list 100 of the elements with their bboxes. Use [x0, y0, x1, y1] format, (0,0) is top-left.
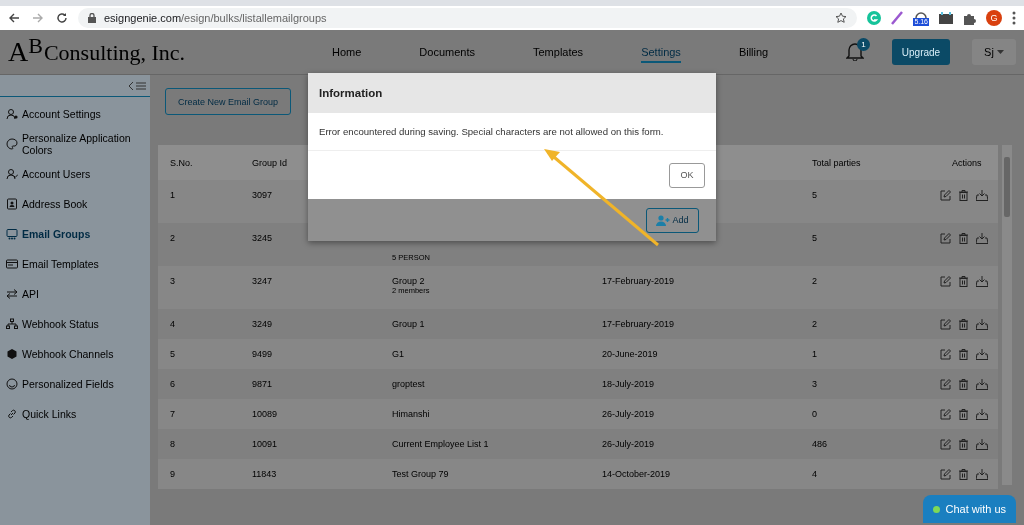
caret-icon — [996, 50, 1004, 54]
table-cell-text: 5 — [811, 233, 818, 243]
dialog-title: Information — [319, 87, 383, 99]
group-name: Group 1 — [392, 319, 426, 329]
edit-icon[interactable] — [940, 408, 951, 420]
link-icon — [6, 408, 18, 420]
sidebar-item[interactable]: API — [0, 279, 150, 309]
trash-icon[interactable] — [959, 190, 968, 201]
edit-icon[interactable] — [940, 378, 951, 390]
grammar-extension-icon[interactable] — [867, 11, 882, 25]
back-icon[interactable] — [8, 12, 20, 24]
chat-button[interactable]: Chat with us — [923, 495, 1016, 523]
date-text: 20-June-2019 — [602, 349, 658, 359]
sidebar-item[interactable]: Webhook Status — [0, 309, 150, 339]
collapse-menu-icon[interactable] — [128, 80, 146, 91]
group-name: G1 — [392, 349, 405, 359]
download-icon[interactable] — [976, 378, 988, 390]
download-icon[interactable] — [976, 348, 988, 360]
calendar-extension-icon[interactable] — [939, 12, 953, 24]
trash-icon[interactable] — [959, 233, 968, 244]
table-cell-text: 9499 — [251, 349, 274, 359]
group-name: Test Group 79 — [392, 469, 450, 479]
add-button[interactable]: Add — [646, 207, 699, 233]
nav-tab[interactable]: Documents — [419, 41, 475, 63]
trash-icon[interactable] — [959, 378, 968, 390]
sidebar-item[interactable]: Personalized Fields — [0, 369, 150, 399]
nav-tab[interactable]: Settings — [641, 41, 681, 63]
upgrade-button[interactable]: Upgrade — [892, 39, 950, 65]
ok-button[interactable]: OK — [669, 162, 705, 188]
nav-tab[interactable]: Home — [332, 41, 362, 63]
download-icon[interactable] — [976, 276, 988, 287]
group-name: Group 2 — [392, 276, 426, 286]
trash-icon[interactable] — [959, 468, 968, 480]
column-header: Total parties — [811, 157, 862, 168]
sidebar-item[interactable]: Account Users — [0, 159, 150, 189]
trash-icon[interactable] — [959, 276, 968, 287]
table-cell-text: 3245 — [251, 233, 274, 243]
sidebar-item[interactable]: Address Book — [0, 189, 150, 219]
table-cell-text: 1 — [169, 190, 176, 200]
table-cell-text: 3097 — [251, 190, 274, 200]
table-cell-text: 2 — [811, 276, 818, 286]
edit-icon[interactable] — [940, 233, 951, 244]
trash-icon[interactable] — [959, 348, 968, 360]
table-cell-text: 5 — [811, 190, 818, 200]
sidebar-item[interactable]: Email Templates — [0, 249, 150, 279]
scrollbar[interactable] — [1002, 145, 1012, 485]
sidebar-item[interactable]: Account Settings — [0, 99, 150, 129]
table-cell-text: 5 — [169, 349, 176, 359]
error-message: Error encountered during saving. Special characters are not allowed on this form. — [319, 126, 664, 137]
sidebar-item[interactable]: Email Groups — [0, 219, 150, 249]
trash-icon[interactable] — [959, 438, 968, 450]
date-text: 17-February-2019 — [602, 319, 675, 329]
table-cell-text: 3249 — [251, 319, 274, 329]
table-cell-text: 3247 — [251, 276, 274, 286]
download-icon[interactable] — [976, 190, 988, 201]
date-text: 17-February-2019 — [602, 276, 675, 286]
edit-icon[interactable] — [940, 468, 951, 480]
edit-icon[interactable] — [940, 318, 951, 330]
address-bar[interactable]: esigngenie.com/esign/bulks/listallemailgroups — [78, 8, 858, 28]
sidebar-item[interactable]: Personalize Application Colors — [0, 129, 150, 159]
hexagon-icon — [6, 348, 18, 360]
more-menu-icon[interactable] — [1012, 11, 1016, 25]
date-text: 18-July-2019 — [602, 379, 655, 389]
edit-icon[interactable] — [940, 276, 951, 287]
download-icon[interactable] — [976, 408, 988, 420]
puzzle-icon[interactable] — [963, 11, 976, 25]
trash-icon[interactable] — [959, 408, 968, 420]
exchange-arrows-icon — [6, 288, 18, 300]
column-header: Actions — [951, 157, 983, 168]
table-cell-text: 1 — [811, 349, 818, 359]
bell-icon[interactable] — [846, 41, 864, 61]
create-group-button[interactable]: Create New Email Group — [165, 88, 292, 115]
feather-icon[interactable] — [891, 11, 904, 25]
url-text: esigngenie.com/esign/bulks/listallemailgroups — [104, 12, 328, 24]
user-menu-button[interactable]: Sj — [972, 39, 1016, 65]
date-text: 14-October-2019 — [602, 469, 671, 479]
table-cell-text: 486 — [811, 439, 829, 449]
download-icon[interactable] — [976, 468, 988, 480]
forward-icon[interactable] — [32, 12, 44, 24]
edit-icon[interactable] — [940, 190, 951, 201]
nav-tab[interactable]: Billing — [738, 41, 769, 63]
sidebar-item[interactable]: Webhook Channels — [0, 339, 150, 369]
table-cell-text: 8 — [169, 439, 176, 449]
download-icon[interactable] — [976, 233, 988, 244]
nav-tab[interactable]: Templates — [533, 41, 584, 63]
group-name: groptest — [392, 379, 426, 389]
table-cell-text: 6 — [169, 379, 176, 389]
sidebar-item[interactable]: Quick Links — [0, 399, 150, 429]
user-plus-icon — [656, 214, 671, 226]
reload-icon[interactable] — [56, 12, 68, 24]
download-icon[interactable] — [976, 438, 988, 450]
edit-icon[interactable] — [940, 438, 951, 450]
table-cell-text: 9 — [169, 469, 176, 479]
table-cell-text: 2 — [811, 319, 818, 329]
download-icon[interactable] — [976, 318, 988, 330]
trash-icon[interactable] — [959, 318, 968, 330]
date-text: 26-July-2019 — [602, 439, 655, 449]
star-icon[interactable] — [835, 12, 848, 24]
edit-icon[interactable] — [940, 348, 951, 360]
profile-avatar[interactable]: G — [986, 10, 1002, 26]
